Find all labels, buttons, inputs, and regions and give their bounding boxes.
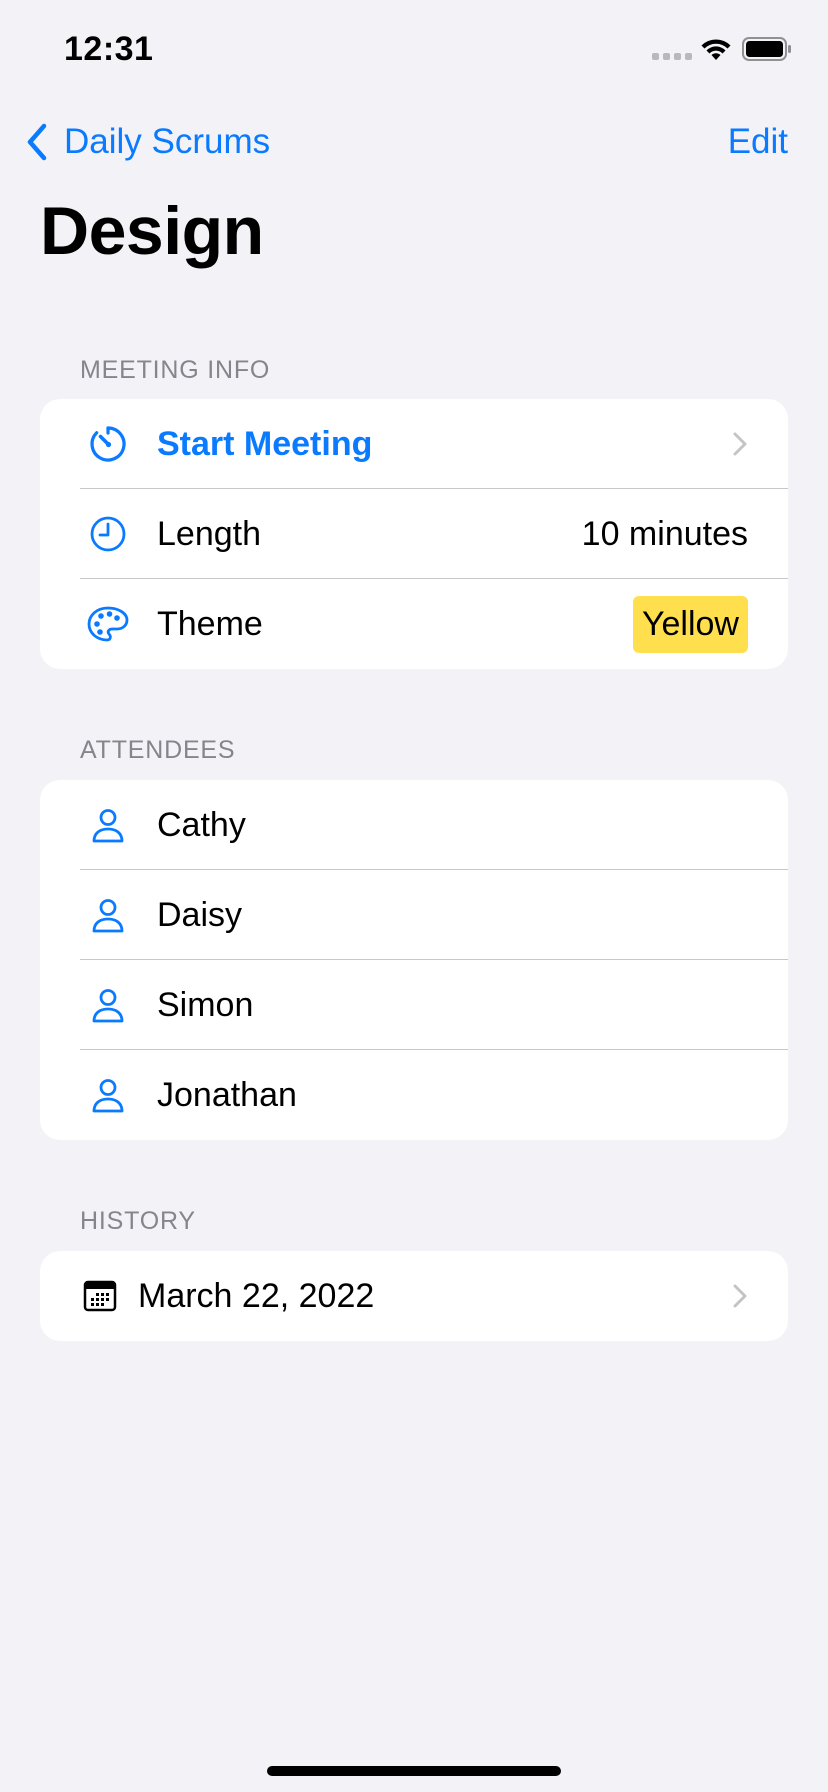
theme-label: Theme	[157, 604, 263, 643]
battery-icon	[742, 37, 791, 61]
chevron-right-icon	[733, 432, 747, 456]
cellular-signal-icon	[652, 53, 692, 60]
palette-icon	[87, 606, 129, 642]
page-title: Design	[40, 193, 264, 269]
attendee-name: Simon	[157, 985, 254, 1024]
attendee-name: Daisy	[157, 895, 243, 934]
history-card: March 22, 2022	[40, 1251, 788, 1341]
section-header-history: HISTORY	[80, 1207, 196, 1235]
chevron-right-icon	[733, 1284, 747, 1308]
person-icon	[92, 989, 124, 1023]
start-meeting-row[interactable]: Start Meeting	[40, 399, 788, 489]
calendar-icon	[83, 1280, 117, 1312]
theme-badge: Yellow	[632, 596, 748, 653]
person-icon	[92, 1079, 124, 1113]
attendees-card: Cathy Daisy Simon Jonathan	[40, 780, 788, 1140]
theme-row: Theme Yellow	[40, 579, 788, 669]
back-button[interactable]: Daily Scrums	[24, 120, 270, 164]
attendee-name: Jonathan	[157, 1075, 297, 1114]
home-indicator	[267, 1766, 561, 1776]
attendee-name: Cathy	[157, 805, 246, 844]
attendee-row: Simon	[40, 960, 788, 1050]
section-header-attendees: ATTENDEES	[80, 736, 236, 764]
attendee-row: Daisy	[40, 870, 788, 960]
back-button-label: Daily Scrums	[64, 122, 271, 161]
attendee-row: Jonathan	[40, 1050, 788, 1140]
person-icon	[92, 809, 124, 843]
history-row[interactable]: March 22, 2022	[40, 1251, 788, 1341]
section-header-meeting-info: MEETING INFO	[80, 356, 271, 384]
edit-button[interactable]: Edit	[728, 120, 788, 164]
meeting-info-card: Start Meeting Length 10 minutes Theme Ye…	[40, 399, 788, 669]
person-icon	[92, 899, 124, 933]
status-time: 12:31	[64, 30, 154, 68]
wifi-icon	[701, 39, 731, 60]
length-label: Length	[157, 514, 261, 553]
length-row: Length 10 minutes	[40, 489, 788, 579]
chevron-left-icon	[27, 123, 47, 161]
timer-icon	[90, 426, 126, 462]
attendee-row: Cathy	[40, 780, 788, 870]
clock-icon	[90, 516, 126, 552]
start-meeting-label: Start Meeting	[157, 424, 373, 463]
history-date: March 22, 2022	[138, 1276, 375, 1315]
navigation-bar: Daily Scrums Edit	[0, 110, 828, 170]
length-value: 10 minutes	[581, 514, 748, 553]
status-bar: 12:31	[0, 0, 828, 100]
